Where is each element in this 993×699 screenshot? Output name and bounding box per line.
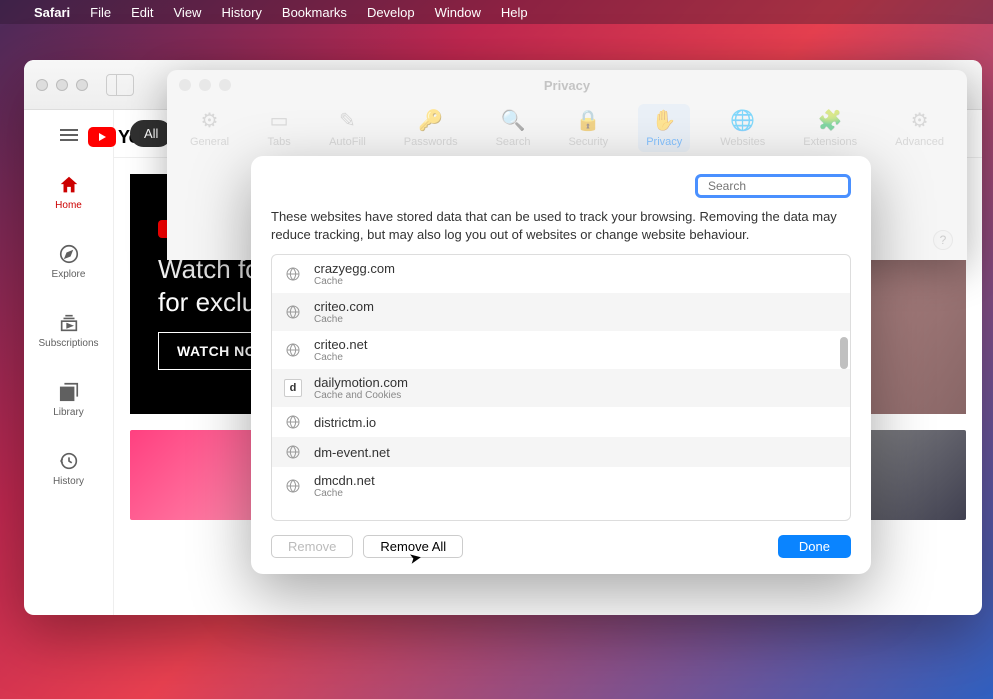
pencil-icon: ✎ bbox=[335, 108, 359, 132]
compass-icon bbox=[58, 243, 80, 265]
prefs-tab-passwords[interactable]: 🔑Passwords bbox=[396, 104, 466, 152]
scrollbar-thumb[interactable] bbox=[840, 337, 848, 369]
website-row[interactable]: districtm.io bbox=[272, 407, 850, 437]
menu-view[interactable]: View bbox=[174, 5, 202, 20]
globe-icon bbox=[284, 341, 302, 359]
search-field[interactable] bbox=[695, 174, 851, 198]
globe-icon bbox=[284, 265, 302, 283]
modal-footer: Remove Remove All Done bbox=[271, 521, 851, 558]
close-button[interactable] bbox=[36, 79, 48, 91]
site-storage-type: Cache bbox=[314, 314, 374, 325]
site-storage-type: Cache and Cookies bbox=[314, 390, 408, 401]
zoom-button[interactable] bbox=[76, 79, 88, 91]
lock-icon: 🔒 bbox=[576, 108, 600, 132]
website-row[interactable]: dmcdn.netCache bbox=[272, 467, 850, 505]
prefs-tab-websites[interactable]: 🌐Websites bbox=[712, 104, 773, 152]
site-favicon: d bbox=[284, 379, 302, 397]
macos-menubar: Safari File Edit View History Bookmarks … bbox=[0, 0, 993, 24]
prefs-tab-search[interactable]: 🔍Search bbox=[488, 104, 539, 152]
home-icon bbox=[58, 174, 80, 196]
search-input[interactable] bbox=[708, 179, 863, 193]
site-storage-type: Cache bbox=[314, 352, 367, 363]
history-icon bbox=[58, 450, 80, 472]
window-controls bbox=[36, 79, 88, 91]
website-row[interactable]: dm-event.net bbox=[272, 437, 850, 467]
prefs-window-controls bbox=[179, 79, 231, 91]
site-domain: criteo.com bbox=[314, 299, 374, 314]
search-icon: 🔍 bbox=[501, 108, 525, 132]
minimize-button[interactable] bbox=[199, 79, 211, 91]
close-button[interactable] bbox=[179, 79, 191, 91]
prefs-tab-advanced[interactable]: ⚙Advanced bbox=[887, 104, 952, 152]
menu-bookmarks[interactable]: Bookmarks bbox=[282, 5, 347, 20]
sidebar-item-subscriptions[interactable]: Subscriptions bbox=[24, 306, 113, 355]
website-row[interactable]: criteo.comCache bbox=[272, 293, 850, 331]
menu-help[interactable]: Help bbox=[501, 5, 528, 20]
site-storage-type: Cache bbox=[314, 488, 375, 499]
menu-develop[interactable]: Develop bbox=[367, 5, 415, 20]
hamburger-icon[interactable] bbox=[60, 126, 78, 144]
prefs-tab-privacy[interactable]: ✋Privacy bbox=[638, 104, 690, 152]
tabs-icon: ▭ bbox=[267, 108, 291, 132]
site-storage-type: Cache bbox=[314, 276, 395, 287]
minimize-button[interactable] bbox=[56, 79, 68, 91]
prefs-tab-general[interactable]: ⚙General bbox=[182, 104, 237, 152]
site-domain: dm-event.net bbox=[314, 445, 390, 460]
website-row[interactable]: criteo.netCache bbox=[272, 331, 850, 369]
scrollbar[interactable] bbox=[836, 255, 850, 520]
remove-button[interactable]: Remove bbox=[271, 535, 353, 558]
site-domain: dailymotion.com bbox=[314, 375, 408, 390]
sidebar-item-history[interactable]: History bbox=[24, 444, 113, 493]
globe-icon: 🌐 bbox=[731, 108, 755, 132]
hand-icon: ✋ bbox=[652, 108, 676, 132]
website-data-modal: These websites have stored data that can… bbox=[251, 156, 871, 574]
done-button[interactable]: Done bbox=[778, 535, 851, 558]
menu-window[interactable]: Window bbox=[435, 5, 481, 20]
menu-history[interactable]: History bbox=[221, 5, 261, 20]
prefs-tabs: ⚙General ▭Tabs ✎AutoFill 🔑Passwords 🔍Sea… bbox=[167, 100, 967, 160]
prefs-titlebar: Privacy bbox=[167, 70, 967, 100]
zoom-button[interactable] bbox=[219, 79, 231, 91]
puzzle-icon: 🧩 bbox=[818, 108, 842, 132]
key-icon: 🔑 bbox=[419, 108, 443, 132]
globe-icon bbox=[284, 303, 302, 321]
remove-all-button[interactable]: Remove All bbox=[363, 535, 463, 558]
website-row[interactable]: crazyegg.comCache bbox=[272, 255, 850, 293]
website-row[interactable]: d dailymotion.comCache and Cookies bbox=[272, 369, 850, 407]
gear-icon: ⚙ bbox=[198, 108, 222, 132]
site-domain: dmcdn.net bbox=[314, 473, 375, 488]
site-domain: districtm.io bbox=[314, 415, 376, 430]
globe-icon bbox=[284, 477, 302, 495]
subscriptions-icon bbox=[58, 312, 80, 334]
sidebar-item-home[interactable]: Home bbox=[24, 168, 113, 217]
youtube-sidebar: YouTub Home Explore Subscriptions Librar… bbox=[24, 110, 114, 615]
globe-icon bbox=[284, 413, 302, 431]
menu-edit[interactable]: Edit bbox=[131, 5, 153, 20]
sidebar-item-library[interactable]: Library bbox=[24, 375, 113, 424]
site-domain: crazyegg.com bbox=[314, 261, 395, 276]
globe-icon bbox=[284, 443, 302, 461]
sidebar-toggle-icon[interactable] bbox=[106, 74, 134, 96]
prefs-tab-autofill[interactable]: ✎AutoFill bbox=[321, 104, 374, 152]
site-domain: criteo.net bbox=[314, 337, 367, 352]
prefs-tab-extensions[interactable]: 🧩Extensions bbox=[795, 104, 865, 152]
menubar-app[interactable]: Safari bbox=[34, 5, 70, 20]
website-list[interactable]: crazyegg.comCachecriteo.comCachecriteo.n… bbox=[271, 254, 851, 521]
modal-description: These websites have stored data that can… bbox=[271, 208, 851, 244]
prefs-tab-tabs[interactable]: ▭Tabs bbox=[259, 104, 299, 152]
gears-icon: ⚙ bbox=[908, 108, 932, 132]
prefs-tab-security[interactable]: 🔒Security bbox=[560, 104, 616, 152]
help-button[interactable]: ? bbox=[933, 230, 953, 250]
menu-file[interactable]: File bbox=[90, 5, 111, 20]
sidebar-item-explore[interactable]: Explore bbox=[24, 237, 113, 286]
library-icon bbox=[58, 381, 80, 403]
prefs-title: Privacy bbox=[544, 78, 590, 93]
